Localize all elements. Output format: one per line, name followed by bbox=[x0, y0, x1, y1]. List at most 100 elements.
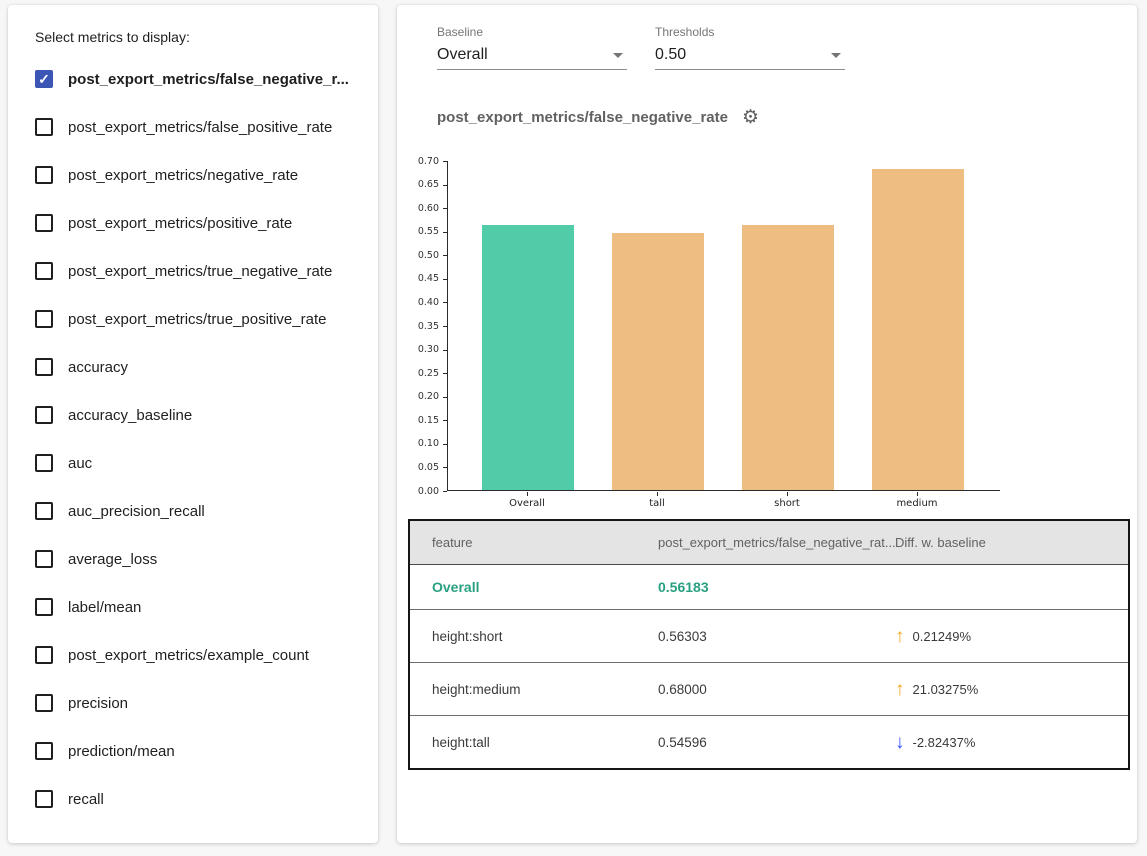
y-axis-tick-mark bbox=[443, 373, 447, 374]
chevron-down-icon bbox=[831, 53, 841, 58]
y-axis-tick-label: 0.05 bbox=[397, 462, 439, 473]
metric-list: post_export_metrics/false_negative_r... … bbox=[35, 55, 378, 823]
metric-checkbox-item[interactable]: label/mean bbox=[35, 583, 378, 631]
checkbox-icon[interactable] bbox=[35, 358, 53, 376]
checkbox-icon[interactable] bbox=[35, 262, 53, 280]
row-diff: ↑ 0.21249% bbox=[895, 627, 1128, 646]
checkbox-icon[interactable] bbox=[35, 166, 53, 184]
chart-title: post_export_metrics/false_negative_rate bbox=[437, 109, 728, 126]
metric-selector-panel: Select metrics to display: post_export_m… bbox=[8, 5, 378, 843]
metric-checkbox-item[interactable]: auc bbox=[35, 439, 378, 487]
metrics-panel: Baseline Overall Thresholds 0.50 post_ex… bbox=[397, 5, 1137, 843]
baseline-select-label: Baseline bbox=[437, 24, 627, 40]
y-axis-tick-label: 0.45 bbox=[397, 273, 439, 284]
y-axis-tick-label: 0.50 bbox=[397, 250, 439, 261]
y-axis-tick-mark bbox=[443, 279, 447, 280]
thresholds-select[interactable]: 0.50 bbox=[655, 40, 845, 70]
metric-checkbox-item[interactable]: post_export_metrics/false_positive_rate bbox=[35, 103, 378, 151]
checkbox-icon[interactable] bbox=[35, 646, 53, 664]
checkbox-icon[interactable] bbox=[35, 214, 53, 232]
y-axis-tick-label: 0.65 bbox=[397, 179, 439, 190]
bar-short[interactable] bbox=[742, 225, 834, 490]
metric-label: post_export_metrics/positive_rate bbox=[68, 215, 292, 232]
metric-label: post_export_metrics/negative_rate bbox=[68, 167, 298, 184]
chart-plot-area bbox=[447, 161, 1000, 491]
y-axis-tick-mark bbox=[443, 397, 447, 398]
metric-checkbox-item[interactable]: accuracy_baseline bbox=[35, 391, 378, 439]
bar-medium[interactable] bbox=[872, 169, 964, 490]
y-axis-tick-mark bbox=[443, 302, 447, 303]
thresholds-select-value: 0.50 bbox=[655, 46, 686, 64]
checkbox-icon[interactable] bbox=[35, 406, 53, 424]
metric-label: accuracy_baseline bbox=[68, 407, 192, 424]
metric-checkbox-item[interactable]: average_loss bbox=[35, 535, 378, 583]
table-row: height:medium 0.68000 ↑ 21.03275% bbox=[410, 662, 1128, 715]
y-axis-tick-label: 0.25 bbox=[397, 368, 439, 379]
bar-chart: 0.000.050.100.150.200.250.300.350.400.45… bbox=[397, 151, 1137, 521]
checkbox-icon[interactable] bbox=[35, 310, 53, 328]
gear-icon[interactable]: ⚙ bbox=[742, 108, 759, 127]
metric-label: post_export_metrics/example_count bbox=[68, 647, 309, 664]
diff-value: -2.82437% bbox=[913, 735, 976, 750]
metric-label: post_export_metrics/true_negative_rate bbox=[68, 263, 332, 280]
metric-label: auc bbox=[68, 455, 92, 472]
table-row: height:short 0.56303 ↑ 0.21249% bbox=[410, 609, 1128, 662]
y-axis-tick-label: 0.10 bbox=[397, 438, 439, 449]
y-axis-tick-mark bbox=[443, 185, 447, 186]
metric-checkbox-item[interactable]: post_export_metrics/negative_rate bbox=[35, 151, 378, 199]
row-value: 0.54596 bbox=[658, 735, 895, 750]
row-diff: ↓ -2.82437% bbox=[895, 733, 1128, 752]
checkbox-icon[interactable] bbox=[35, 118, 53, 136]
arrow-up-icon: ↑ bbox=[895, 680, 905, 699]
x-axis-category-label: short bbox=[747, 498, 827, 509]
checkbox-icon[interactable] bbox=[35, 598, 53, 616]
checkbox-icon[interactable] bbox=[35, 790, 53, 808]
y-axis-tick-label: 0.15 bbox=[397, 415, 439, 426]
y-axis-tick-mark bbox=[443, 491, 447, 492]
column-header-diff: Diff. w. baseline bbox=[895, 535, 1128, 550]
table-header-row: feature post_export_metrics/false_negati… bbox=[410, 521, 1128, 565]
metric-checkbox-item[interactable]: post_export_metrics/example_count bbox=[35, 631, 378, 679]
metric-checkbox-item[interactable]: recall bbox=[35, 775, 378, 823]
baseline-value: 0.56183 bbox=[658, 579, 895, 595]
metric-label: recall bbox=[68, 791, 104, 808]
metric-checkbox-item[interactable]: prediction/mean bbox=[35, 727, 378, 775]
metric-checkbox-item[interactable]: post_export_metrics/true_positive_rate bbox=[35, 295, 378, 343]
metric-label: label/mean bbox=[68, 599, 141, 616]
checkbox-icon[interactable] bbox=[35, 742, 53, 760]
bar-overall[interactable] bbox=[482, 225, 574, 490]
checkbox-checked-icon[interactable] bbox=[35, 70, 53, 88]
metric-checkbox-item[interactable]: post_export_metrics/true_negative_rate bbox=[35, 247, 378, 295]
chevron-down-icon bbox=[613, 53, 623, 58]
checkbox-icon[interactable] bbox=[35, 550, 53, 568]
metric-checkbox-item[interactable]: accuracy bbox=[35, 343, 378, 391]
table-row: height:tall 0.54596 ↓ -2.82437% bbox=[410, 715, 1128, 768]
metric-checkbox-item[interactable]: post_export_metrics/positive_rate bbox=[35, 199, 378, 247]
checkbox-icon[interactable] bbox=[35, 694, 53, 712]
metric-label: post_export_metrics/false_positive_rate bbox=[68, 119, 332, 136]
bar-tall[interactable] bbox=[612, 233, 704, 490]
thresholds-select-field: Thresholds 0.50 bbox=[655, 24, 845, 70]
checkbox-icon[interactable] bbox=[35, 502, 53, 520]
checkbox-icon[interactable] bbox=[35, 454, 53, 472]
y-axis-tick-mark bbox=[443, 161, 447, 162]
y-axis-tick-mark bbox=[443, 208, 447, 209]
row-feature: height:medium bbox=[410, 682, 658, 697]
row-value: 0.56303 bbox=[658, 629, 895, 644]
metric-checkbox-item[interactable]: precision bbox=[35, 679, 378, 727]
chart-header: post_export_metrics/false_negative_rate … bbox=[437, 108, 759, 127]
baseline-select[interactable]: Overall bbox=[437, 40, 627, 70]
y-axis-tick-label: 0.00 bbox=[397, 486, 439, 497]
row-feature: height:tall bbox=[410, 735, 658, 750]
metric-checkbox-item[interactable]: auc_precision_recall bbox=[35, 487, 378, 535]
y-axis-tick-label: 0.70 bbox=[397, 156, 439, 167]
y-axis-tick-label: 0.20 bbox=[397, 391, 439, 402]
x-axis-category-label: Overall bbox=[487, 498, 567, 509]
metric-label: accuracy bbox=[68, 359, 128, 376]
y-axis-tick-label: 0.35 bbox=[397, 321, 439, 332]
metric-label: post_export_metrics/false_negative_r... bbox=[68, 71, 349, 88]
baseline-select-field: Baseline Overall bbox=[437, 24, 627, 70]
metric-checkbox-item[interactable]: post_export_metrics/false_negative_r... bbox=[35, 55, 378, 103]
x-axis-tick-mark bbox=[657, 492, 658, 496]
table-body: height:short 0.56303 ↑ 0.21249% height:m… bbox=[410, 609, 1128, 768]
